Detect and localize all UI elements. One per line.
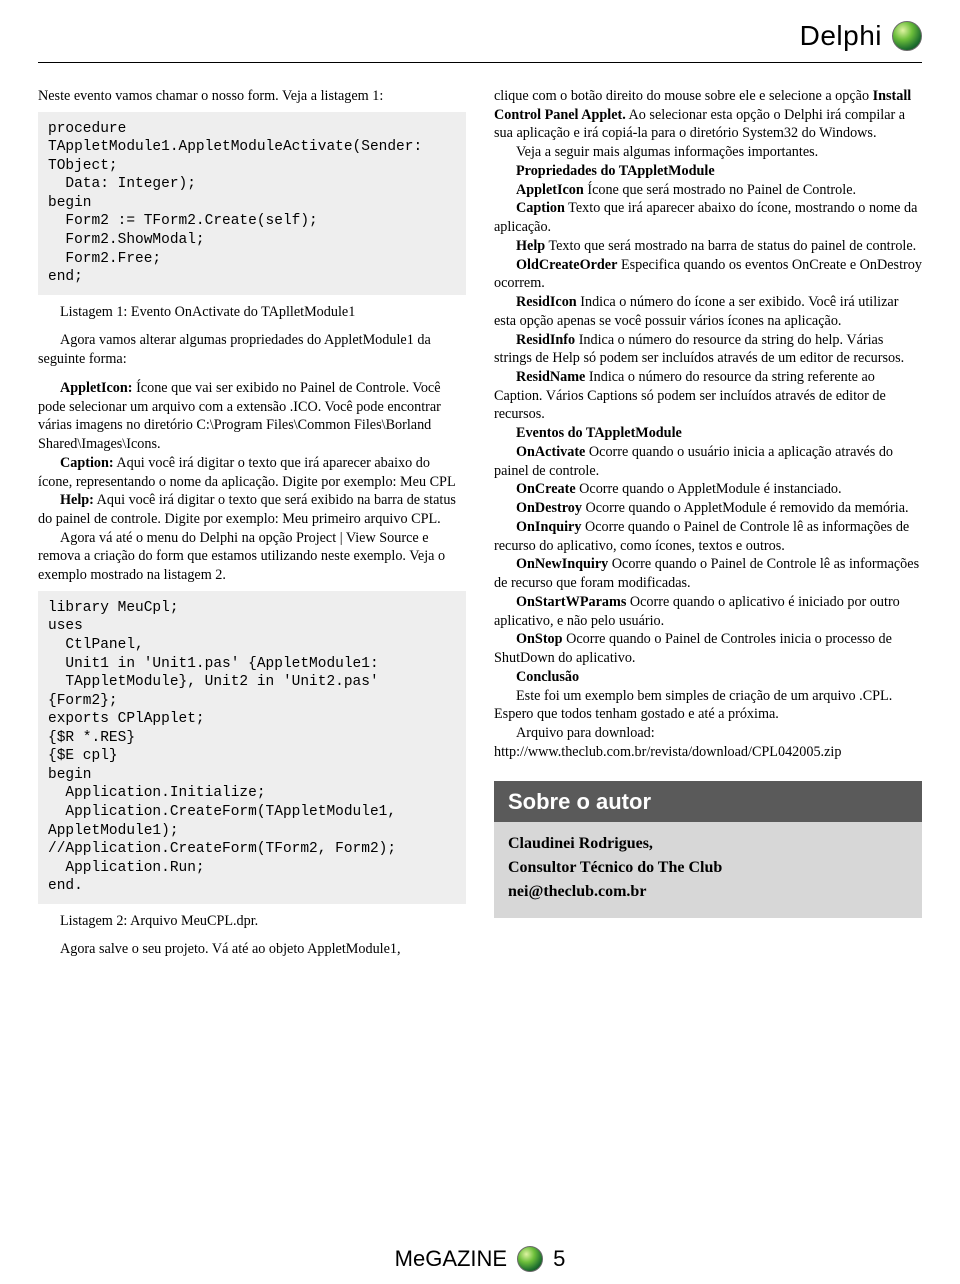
heading-conclusao: Conclusão bbox=[494, 668, 922, 687]
prop-residicon-label: ResidIcon bbox=[516, 294, 577, 310]
prop-residinfo: ResidInfo Indica o número do resource da… bbox=[494, 331, 922, 368]
prop-caption-label: Caption bbox=[516, 200, 565, 216]
ev-onactivate-label: OnActivate bbox=[516, 444, 585, 460]
page-footer: MeGAZINE 5 bbox=[0, 1246, 960, 1272]
listing-2-caption: Listagem 2: Arquivo MeuCPL.dpr. bbox=[38, 912, 466, 931]
prop-appleticon-label: AppletIcon bbox=[516, 182, 584, 198]
ev-onnewinquiry-label: OnNewInquiry bbox=[516, 556, 608, 572]
prop-help: Help Texto que será mostrado na barra de… bbox=[494, 237, 922, 256]
ev-onstop-label: OnStop bbox=[516, 631, 563, 647]
magazine-name: MeGAZINE bbox=[395, 1246, 507, 1272]
globe-icon bbox=[892, 21, 922, 51]
prop-help-text: Texto que será mostrado na barra de stat… bbox=[545, 238, 916, 254]
ev-onstartwparams-label: OnStartWParams bbox=[516, 594, 626, 610]
author-mail: nei@theclub.com.br bbox=[508, 880, 908, 904]
left-column: Neste evento vamos chamar o nosso form. … bbox=[38, 87, 466, 959]
text-help: Aqui você irá digitar o texto que será e… bbox=[38, 492, 456, 527]
code-listing-1: procedure TAppletModule1.AppletModuleAct… bbox=[38, 112, 466, 295]
prop-caption: Caption Texto que irá aparecer abaixo do… bbox=[494, 199, 922, 236]
conclusao-p1: Este foi um exemplo bem simples de criaç… bbox=[494, 687, 922, 724]
ev-oncreate-text: Ocorre quando o AppletModule é instancia… bbox=[576, 481, 842, 497]
appleticon-para: AppletIcon: Ícone que vai ser exibido no… bbox=[38, 379, 466, 454]
caption-para: Caption: Aqui você irá digitar o texto q… bbox=[38, 454, 466, 491]
listing-1-caption: Listagem 1: Evento OnActivate do TApllet… bbox=[38, 303, 466, 322]
code-listing-2: library MeuCpl; uses CtlPanel, Unit1 in … bbox=[38, 591, 466, 904]
prop-residinfo-label: ResidInfo bbox=[516, 332, 575, 348]
label-help: Help: bbox=[60, 492, 94, 508]
page-header: Delphi bbox=[38, 20, 922, 56]
header-divider bbox=[38, 62, 922, 63]
author-role: Consultor Técnico do The Club bbox=[508, 856, 908, 880]
conclusao-p2: Arquivo para download: http://www.theclu… bbox=[494, 724, 922, 761]
ev-onstop: OnStop Ocorre quando o Painel de Control… bbox=[494, 630, 922, 667]
left-p1: Agora vamos alterar algumas propriedades… bbox=[38, 331, 466, 368]
ev-ondestroy-label: OnDestroy bbox=[516, 500, 582, 516]
left-p5: Agora vá até o menu do Delphi na opção P… bbox=[38, 529, 466, 585]
content-columns: Neste evento vamos chamar o nosso form. … bbox=[38, 87, 922, 959]
section-title: Delphi bbox=[800, 20, 882, 52]
heading-eventos: Eventos do TAppletModule bbox=[494, 424, 922, 443]
ev-oninquiry-label: OnInquiry bbox=[516, 519, 581, 535]
ev-onactivate: OnActivate Ocorre quando o usuário inici… bbox=[494, 443, 922, 480]
prop-residname: ResidName Indica o número do resource da… bbox=[494, 368, 922, 424]
globe-icon bbox=[517, 1246, 543, 1272]
ev-ondestroy-text: Ocorre quando o AppletModule é removido … bbox=[582, 500, 909, 516]
help-para: Help: Aqui você irá digitar o texto que … bbox=[38, 491, 466, 528]
prop-residname-label: ResidName bbox=[516, 369, 585, 385]
ev-onnewinquiry: OnNewInquiry Ocorre quando o Painel de C… bbox=[494, 555, 922, 592]
author-name: Claudinei Rodrigues, bbox=[508, 832, 908, 856]
prop-appleticon: AppletIcon Ícone que será mostrado no Pa… bbox=[494, 181, 922, 200]
ev-onstartwparams: OnStartWParams Ocorre quando o aplicativ… bbox=[494, 593, 922, 630]
author-body: Claudinei Rodrigues, Consultor Técnico d… bbox=[494, 822, 922, 918]
prop-appleticon-text: Ícone que será mostrado no Painel de Con… bbox=[584, 182, 856, 198]
label-caption: Caption: bbox=[60, 455, 114, 471]
ev-oncreate-label: OnCreate bbox=[516, 481, 576, 497]
right-column: clique com o botão direito do mouse sobr… bbox=[494, 87, 922, 959]
heading-propriedades: Propriedades do TAppletModule bbox=[494, 162, 922, 181]
right-p1: clique com o botão direito do mouse sobr… bbox=[494, 87, 922, 143]
label-appleticon: AppletIcon: bbox=[60, 380, 133, 396]
left-intro: Neste evento vamos chamar o nosso form. … bbox=[38, 87, 466, 106]
ev-oncreate: OnCreate Ocorre quando o AppletModule é … bbox=[494, 480, 922, 499]
prop-residicon: ResidIcon Indica o número do ícone a ser… bbox=[494, 293, 922, 330]
prop-oldcreateorder: OldCreateOrder Especifica quando os even… bbox=[494, 256, 922, 293]
ev-ondestroy: OnDestroy Ocorre quando o AppletModule é… bbox=[494, 499, 922, 518]
prop-help-label: Help bbox=[516, 238, 545, 254]
left-p6: Agora salve o seu projeto. Vá até ao obj… bbox=[38, 940, 466, 959]
right-p2: Veja a seguir mais algumas informações i… bbox=[494, 143, 922, 162]
right-p1a: clique com o botão direito do mouse sobr… bbox=[494, 88, 873, 104]
prop-oco-label: OldCreateOrder bbox=[516, 257, 617, 273]
ev-oninquiry: OnInquiry Ocorre quando o Painel de Cont… bbox=[494, 518, 922, 555]
page-number: 5 bbox=[553, 1246, 565, 1272]
author-heading: Sobre o autor bbox=[494, 781, 922, 822]
